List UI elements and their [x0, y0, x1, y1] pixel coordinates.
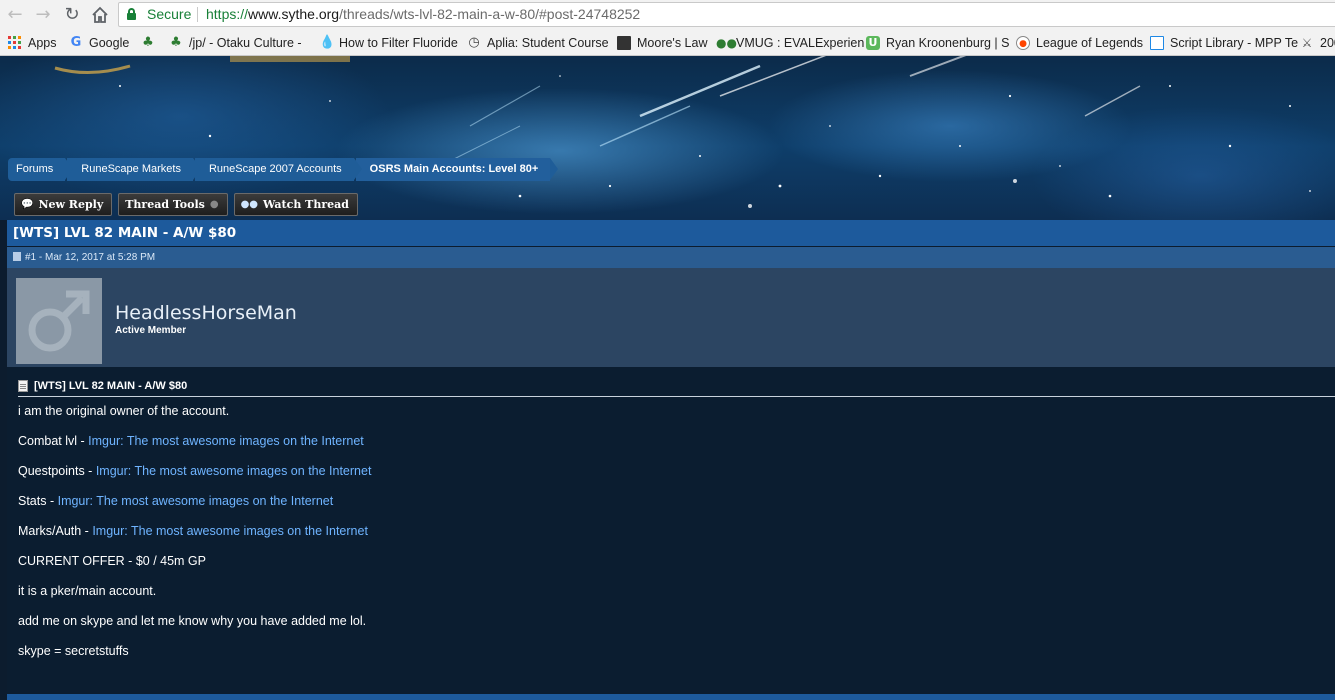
forum-page: Forums RuneScape Markets RuneScape 2007 … [0, 56, 1335, 700]
bookmark-vmug[interactable]: ●● VMUG : EVALExperien [716, 34, 864, 52]
bookmark-fluoride[interactable]: 💧 How to Filter Fluoride [319, 34, 458, 52]
male-symbol-icon [28, 290, 90, 352]
post-footer-bar [7, 694, 1335, 700]
google-icon: G [70, 35, 82, 50]
bookmark-moores-law[interactable]: Moore's Law [617, 34, 707, 52]
bookmark-script-library[interactable]: Script Library - MPP Te [1150, 34, 1298, 52]
page-icon [1150, 36, 1164, 50]
bookmark-clover[interactable]: ♣ [141, 34, 161, 52]
thread-title: [WTS] LVL 82 MAIN - A/W $80 [7, 220, 1335, 246]
thread-toolbar: 💬 New Reply Thread Tools ● ●● Watch Thre… [14, 193, 358, 216]
breadcrumb-osrs-main-accounts[interactable]: OSRS Main Accounts: Level 80+ [355, 158, 558, 181]
people-icon: ●● [716, 36, 737, 50]
username[interactable]: HeadlessHorseMan [115, 302, 297, 324]
apps-grid-icon [8, 36, 22, 50]
post-line: CURRENT OFFER - $0 / 45m GP [18, 554, 206, 568]
clover-icon: ♣ [170, 35, 182, 50]
bookmark-ryan[interactable]: U Ryan Kroonenburg | S [866, 34, 1009, 52]
film-icon [617, 36, 631, 50]
eye-icon: ●● [240, 199, 259, 210]
imgur-link[interactable]: Imgur: The most awesome images on the In… [88, 434, 364, 448]
breadcrumb-forums[interactable]: Forums [8, 158, 74, 181]
avatar[interactable] [16, 278, 102, 364]
udemy-icon: U [866, 36, 880, 50]
post-line: it is a pker/main account. [18, 584, 157, 598]
post-line: add me on skype and let me know why you … [18, 614, 367, 628]
post-body: [WTS] LVL 82 MAIN - A/W $80 i am the ori… [7, 367, 1335, 694]
url-text: https://www.sythe.org/threads/wts-lvl-82… [206, 6, 641, 22]
post-title: [WTS] LVL 82 MAIN - A/W $80 [34, 379, 188, 392]
bookmark-200[interactable]: ⚔ 200 [1300, 34, 1335, 52]
clock-icon: ◷ [468, 35, 480, 50]
dropdown-icon: ● [209, 199, 219, 210]
post-line: Combat lvl - Imgur: The most awesome ima… [18, 434, 364, 448]
post-line: i am the original owner of the account. [18, 404, 230, 418]
breadcrumb-runescape-markets[interactable]: RuneScape Markets [67, 158, 201, 181]
document-icon [18, 379, 28, 392]
droplet-icon: 💧 [319, 35, 336, 50]
bookmark-league[interactable]: ● League of Legends [1016, 34, 1143, 52]
sword-icon: ⚔ [1301, 36, 1313, 50]
watch-thread-button[interactable]: ●● Watch Thread [233, 193, 358, 216]
imgur-link[interactable]: Imgur: The most awesome images on the In… [92, 524, 368, 538]
post-line: Stats - Imgur: The most awesome images o… [18, 494, 334, 508]
breadcrumb: Forums RuneScape Markets RuneScape 2007 … [8, 158, 558, 181]
imgur-link[interactable]: Imgur: The most awesome images on the In… [96, 464, 372, 478]
post-title-row: [WTS] LVL 82 MAIN - A/W $80 [18, 375, 1335, 397]
thread-tools-button[interactable]: Thread Tools ● [118, 193, 228, 216]
breadcrumb-runescape-2007-accounts[interactable]: RuneScape 2007 Accounts [194, 158, 362, 181]
browser-toolbar: ← → ↻ Secure https://www.sythe.org/threa… [0, 0, 1335, 29]
bookmarks-bar: Apps G Google ♣ ♣ /jp/ - Otaku Culture -… [0, 29, 1335, 56]
user-title: Active Member [115, 325, 187, 336]
secure-label: Secure [147, 6, 192, 22]
home-icon[interactable] [89, 4, 111, 26]
divider [197, 7, 198, 22]
clover-icon: ♣ [142, 35, 154, 50]
post-author-bar: HeadlessHorseMan Active Member [7, 268, 1335, 367]
bookmark-google[interactable]: G Google [69, 34, 130, 52]
address-bar[interactable]: Secure https://www.sythe.org/threads/wts… [118, 2, 1335, 27]
reload-icon[interactable]: ↻ [61, 4, 83, 26]
post-icon [13, 252, 21, 261]
post-line: skype = secretstuffs [18, 644, 129, 658]
reddit-icon: ● [1016, 36, 1030, 50]
bookmark-jp-otaku[interactable]: ♣ /jp/ - Otaku Culture - [169, 34, 301, 52]
post-meta: #1 - Mar 12, 2017 at 5:28 PM [7, 247, 1335, 268]
imgur-link[interactable]: Imgur: The most awesome images on the In… [58, 494, 334, 508]
bookmark-aplia[interactable]: ◷ Aplia: Student Course [467, 34, 608, 52]
post-line: Marks/Auth - Imgur: The most awesome ima… [18, 524, 368, 538]
post-meta-text[interactable]: #1 - Mar 12, 2017 at 5:28 PM [25, 252, 155, 263]
speech-bubble-icon: 💬 [21, 199, 34, 210]
back-arrow-icon[interactable]: ← [4, 4, 26, 26]
forward-arrow-icon[interactable]: → [32, 4, 54, 26]
new-reply-button[interactable]: 💬 New Reply [14, 193, 113, 216]
lock-icon [127, 8, 136, 20]
post-line: Questpoints - Imgur: The most awesome im… [18, 464, 372, 478]
bookmark-apps[interactable]: Apps [8, 34, 57, 52]
